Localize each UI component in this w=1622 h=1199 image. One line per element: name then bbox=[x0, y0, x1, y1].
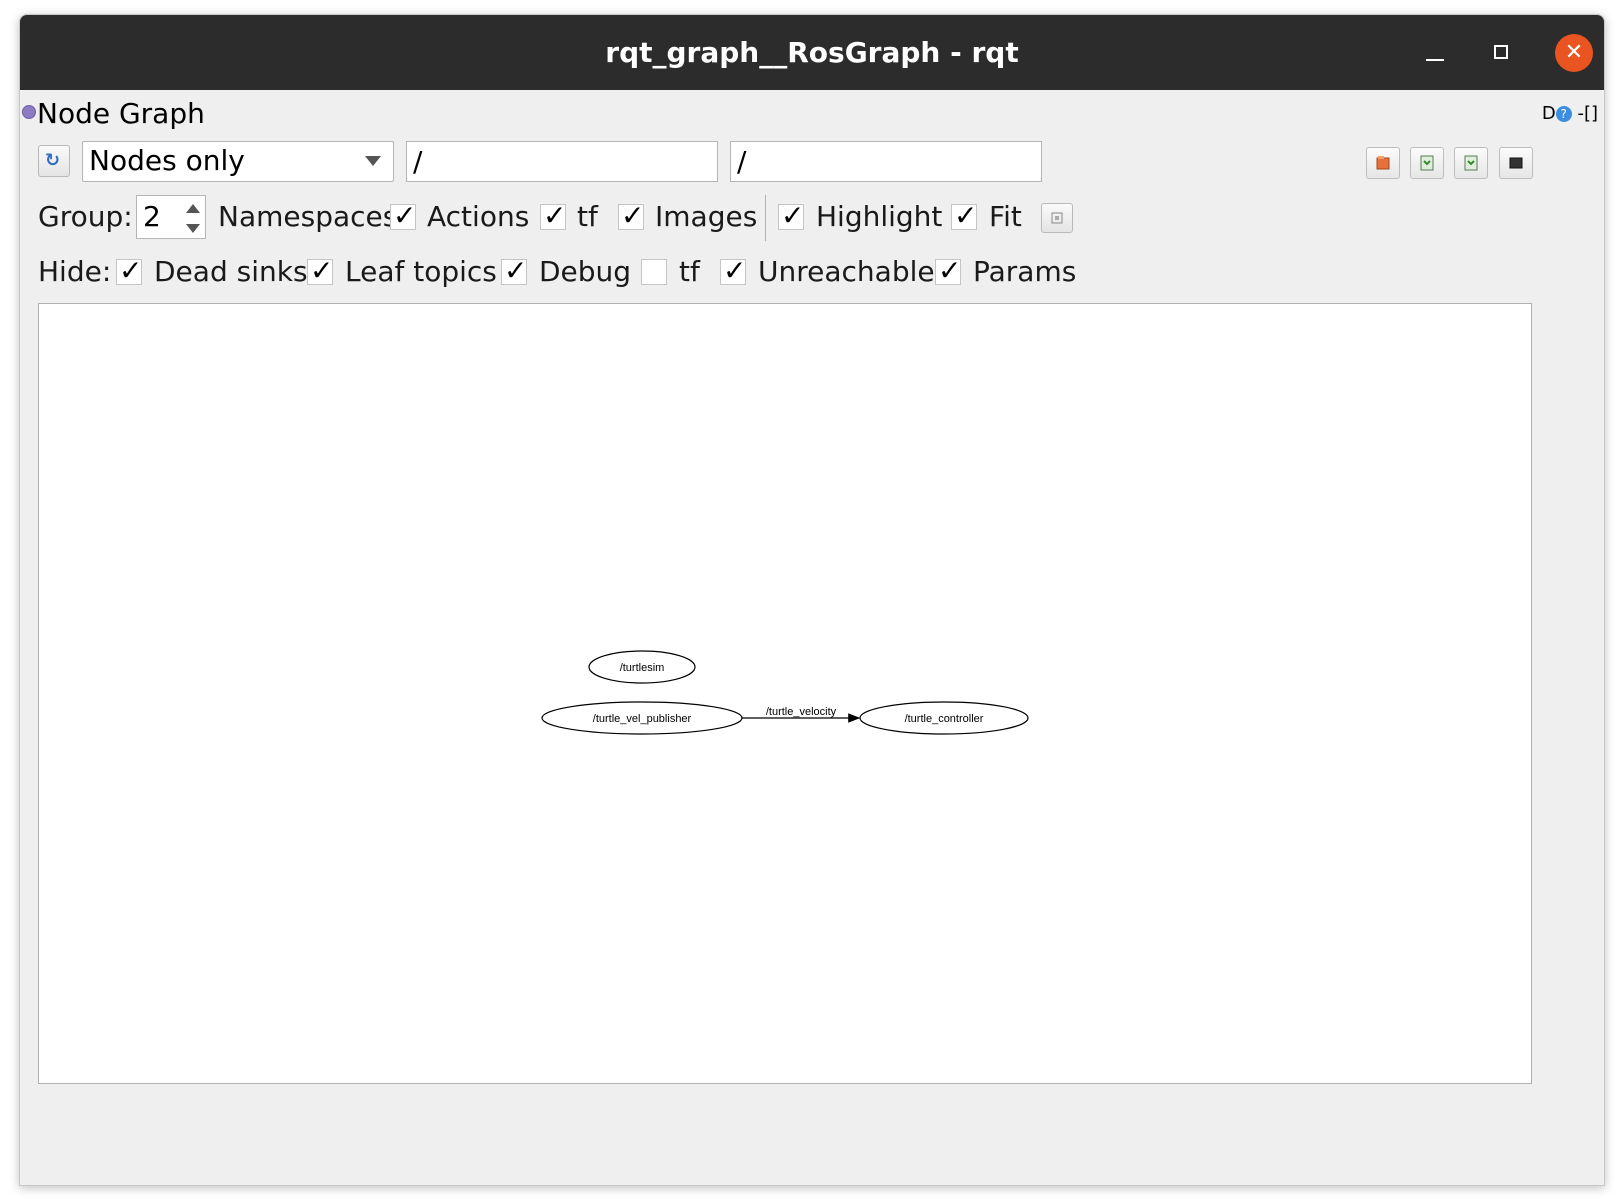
chevron-down-icon bbox=[365, 156, 381, 166]
highlight-checkbox[interactable] bbox=[778, 199, 804, 232]
tf-group-label: tf bbox=[577, 200, 598, 233]
debug-checkbox[interactable] bbox=[501, 254, 527, 287]
close-icon: ✕ bbox=[1564, 40, 1584, 65]
fit-label: Fit bbox=[989, 200, 1022, 233]
node-filter-input[interactable] bbox=[406, 141, 718, 182]
dock-float-button[interactable]: D bbox=[1542, 103, 1556, 124]
refresh-icon: ↻ bbox=[45, 150, 61, 171]
minimize-button[interactable] bbox=[1410, 15, 1460, 90]
images-label: Images bbox=[655, 200, 758, 233]
spin-down-icon[interactable] bbox=[186, 224, 200, 233]
highlight-label: Highlight bbox=[816, 200, 943, 233]
dock-controls: D? -[] bbox=[1542, 103, 1598, 124]
folder-icon bbox=[1376, 156, 1390, 170]
node-label: /turtlesim bbox=[620, 662, 665, 674]
graph-mode-select[interactable]: Nodes only bbox=[82, 141, 394, 182]
maximize-button[interactable] bbox=[1477, 15, 1527, 90]
separator bbox=[765, 195, 766, 241]
fit-in-view-button[interactable] bbox=[1041, 203, 1073, 233]
graph-edge[interactable]: /turtle_velocity bbox=[742, 706, 861, 723]
plugin-icon bbox=[22, 105, 36, 119]
debug-label: Debug bbox=[539, 255, 632, 288]
group-label: Group: bbox=[38, 200, 133, 233]
group-spinbox[interactable]: 2 bbox=[136, 195, 206, 239]
actions-label: Actions bbox=[427, 200, 530, 233]
graph-node[interactable]: /turtle_controller bbox=[859, 701, 1029, 735]
node-label: /turtle_vel_publisher bbox=[593, 713, 692, 725]
graph-canvas[interactable]: /turtlesim /turtle_vel_publisher /turtle… bbox=[38, 303, 1532, 1084]
params-checkbox[interactable] bbox=[935, 254, 961, 287]
namespaces-label: Namespaces bbox=[218, 200, 398, 233]
save-svg-icon bbox=[1464, 155, 1478, 171]
topic-filter-input[interactable] bbox=[730, 141, 1042, 182]
leaf-topics-label: Leaf topics bbox=[345, 255, 497, 288]
help-icon[interactable]: ? bbox=[1555, 106, 1572, 122]
save-image-button[interactable] bbox=[1499, 147, 1533, 179]
refresh-button[interactable]: ↻ bbox=[38, 145, 70, 177]
tf-group-checkbox[interactable] bbox=[618, 199, 644, 232]
save-dot-button[interactable] bbox=[1410, 147, 1444, 179]
fit-checkbox[interactable] bbox=[951, 199, 977, 232]
save-dot-icon bbox=[1420, 155, 1434, 171]
group-value: 2 bbox=[143, 200, 161, 233]
save-svg-button[interactable] bbox=[1454, 147, 1488, 179]
namespaces-checkbox[interactable] bbox=[390, 199, 416, 232]
ros-graph[interactable]: /turtlesim /turtle_vel_publisher /turtle… bbox=[39, 304, 1531, 1083]
close-button[interactable]: ✕ bbox=[1555, 34, 1593, 72]
leaf-topics-checkbox[interactable] bbox=[307, 254, 333, 287]
dock-header: Node Graph D? -[] bbox=[20, 93, 1604, 131]
rqt-window: rqt_graph__RosGraph - rqt ✕ Node Graph D… bbox=[19, 14, 1605, 1186]
dock-close-button[interactable]: -[] bbox=[1577, 103, 1598, 124]
graph-mode-value: Nodes only bbox=[89, 144, 245, 177]
dead-sinks-checkbox[interactable] bbox=[116, 254, 142, 287]
tf-hide-checkbox[interactable] bbox=[641, 259, 667, 285]
dead-sinks-label: Dead sinks bbox=[154, 255, 308, 288]
actions-checkbox[interactable] bbox=[540, 199, 566, 232]
maximize-icon bbox=[1494, 45, 1508, 59]
node-label: /turtle_controller bbox=[905, 713, 984, 725]
unreachable-checkbox[interactable] bbox=[720, 254, 746, 287]
fit-view-icon bbox=[1051, 212, 1063, 224]
params-label: Params bbox=[973, 255, 1077, 288]
unreachable-label: Unreachable bbox=[758, 255, 935, 288]
dock-title: Node Graph bbox=[37, 97, 205, 130]
window-title: rqt_graph__RosGraph - rqt bbox=[605, 36, 1019, 69]
spin-up-icon[interactable] bbox=[186, 204, 200, 213]
graph-node[interactable]: /turtle_vel_publisher bbox=[541, 701, 743, 735]
edge-label: /turtle_velocity bbox=[766, 706, 837, 718]
tf-hide-label: tf bbox=[679, 255, 700, 288]
minimize-icon bbox=[1426, 59, 1444, 61]
image-icon bbox=[1509, 157, 1523, 169]
graph-node[interactable]: /turtlesim bbox=[588, 650, 696, 684]
hide-label: Hide: bbox=[38, 255, 112, 288]
titlebar[interactable]: rqt_graph__RosGraph - rqt ✕ bbox=[20, 15, 1604, 90]
load-dot-button[interactable] bbox=[1366, 147, 1400, 179]
